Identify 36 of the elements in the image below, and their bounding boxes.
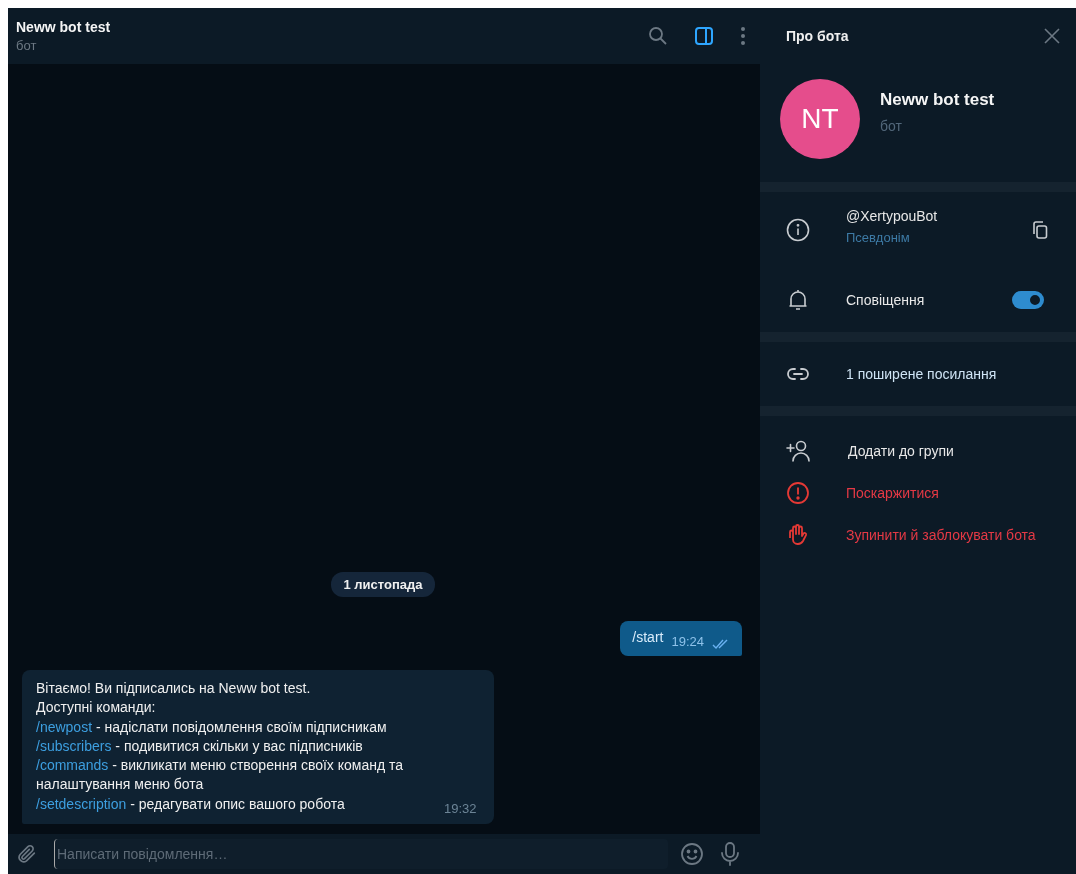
- command-link[interactable]: /subscribers: [36, 737, 112, 754]
- chat-title: Neww bot test: [16, 19, 112, 35]
- search-icon: [648, 26, 668, 46]
- command-link[interactable]: /setdescription: [36, 795, 127, 812]
- notifications-label: Сповіщення: [846, 292, 926, 308]
- hand-icon: [786, 523, 810, 547]
- paperclip-icon: [16, 843, 38, 865]
- avatar: NT: [780, 79, 860, 159]
- date-badge: 1 листопада: [331, 571, 435, 597]
- warning-icon: [786, 481, 810, 505]
- close-icon: [1044, 28, 1060, 44]
- action-item[interactable]: Зупинити й заблокувати бота: [846, 527, 1036, 543]
- microphone-icon: [720, 842, 740, 866]
- command-link[interactable]: /commands: [36, 757, 109, 774]
- message-time: 19:24: [671, 633, 704, 649]
- add-user-icon: [786, 439, 812, 463]
- notifications-toggle[interactable]: [1012, 291, 1044, 309]
- action-item[interactable]: Додати до групи: [848, 443, 954, 459]
- username-label: Псевдонім: [846, 229, 911, 245]
- message-time: 19:32: [444, 801, 477, 816]
- sidebar-icon: [694, 26, 714, 46]
- message-input[interactable]: Написати повідомлення…: [54, 839, 668, 869]
- username: @XertypouBot: [846, 207, 939, 224]
- bot-status: бот: [880, 118, 903, 134]
- shared-links-item[interactable]: 1 поширене посилання: [846, 366, 997, 382]
- action-item[interactable]: Поскаржитися: [846, 485, 939, 501]
- command-link[interactable]: /newpost: [36, 718, 93, 735]
- message-text: /start: [632, 628, 664, 645]
- more-icon: [740, 26, 746, 46]
- info-icon: [786, 218, 810, 242]
- message-text: Вітаємо! Ви підписались на Neww bot test. Доступні команди: /newpost - надіслати повідомлення своїм підписникам /subscribers - подивитися скільки у вас підписників /commands - викликати меню створення своїх команд та налаштування меню бота /setdescription - редагувати опис вашого робота: [36, 678, 405, 814]
- bot-name: Neww bot test: [880, 90, 995, 110]
- chat-status: бот: [16, 38, 38, 53]
- copy-icon: [1032, 221, 1048, 239]
- panel-title: Про бота: [786, 28, 849, 44]
- smiley-icon: [680, 842, 704, 866]
